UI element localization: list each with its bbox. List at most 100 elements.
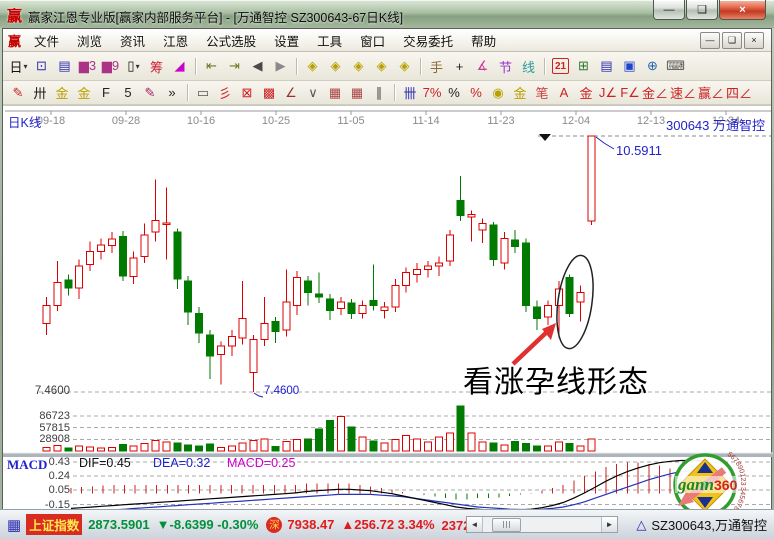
chart-area[interactable]: 09-1809-2810-1610-2511-0511-1411-2312-04… [3,105,771,513]
shenzhen-market-icon[interactable]: 深 [266,517,282,533]
macd-hist-value: MACD=0.25 [227,456,295,470]
four-angle-icon[interactable]: 四∠ [726,83,752,103]
menu-item[interactable]: 窗口 [351,35,394,49]
more-tools-icon[interactable]: » [162,83,182,103]
hatch-lines-icon[interactable]: ∥ [369,83,389,103]
low-price-axis-label: 7.4600 [3,385,70,397]
chip-distribution-icon[interactable]: 筹 [146,56,167,76]
last-bar-icon[interactable]: ⇥ [224,56,245,76]
square-grid-icon[interactable]: ▦ [325,83,345,103]
maximize-button[interactable]: ❑ [686,0,718,20]
macd-axis-label: 0.43 [3,456,70,468]
grid-lines-icon[interactable]: 卅 [30,83,50,103]
scrollbar-thumb[interactable] [492,518,521,532]
horizontal-scrollbar[interactable]: ◄ ► [466,516,618,533]
line-tool-icon[interactable]: 线 [518,56,539,76]
gold-line-icon[interactable]: 金 [510,83,530,103]
app-logo-icon: 赢 [7,5,22,26]
brush-icon[interactable]: ✎ [8,83,28,103]
app-window: 赢 赢家江恩专业版[赢家内部服务平台] - [万通智控 SZ300643-67日… [0,0,774,539]
menu-item[interactable]: 文件 [25,35,68,49]
quote-list-icon[interactable]: ▤ [54,56,75,76]
fibo-grid-icon[interactable]: F [96,83,116,103]
fit-view-icon[interactable]: ◈ [394,56,415,76]
next-bar-icon[interactable]: ▶ [270,56,291,76]
kline-style-icon[interactable]: ▯▾ [123,56,144,76]
index-name-badge[interactable]: 上证指数 [26,514,82,535]
mark-pen-icon[interactable]: 笔 [532,83,552,103]
expand-x-icon[interactable]: ◈ [348,56,369,76]
mdi-restore-button[interactable]: ❑ [722,32,742,49]
calendar-icon[interactable]: 21 [552,58,569,74]
gann-grid-icon[interactable]: ▩ [259,83,279,103]
shift-right-icon[interactable]: ◈ [325,56,346,76]
zigzag-icon[interactable]: ∨ [303,83,323,103]
compress-x-icon[interactable]: ◈ [371,56,392,76]
current-stock-status: △ SZ300643,万通智控 [636,515,767,534]
app-logo-icon-small: 赢 [8,31,21,50]
golden-ratio-icon[interactable]: 金 [52,83,72,103]
toolbar-separator [187,84,188,101]
f-angle-icon[interactable]: F∠ [620,83,640,103]
high-price-leader-line [596,137,614,149]
menu-item[interactable]: 交易委托 [394,35,462,49]
speed-angle-icon[interactable]: 速∠ [670,83,696,103]
menu-item[interactable]: 帮助 [462,35,505,49]
web-sync-icon[interactable]: ⊕ [642,56,663,76]
menu-item[interactable]: 资讯 [111,35,154,49]
menu-item[interactable]: 公式选股 [197,35,265,49]
menu-item[interactable]: 设置 [265,35,308,49]
calculator-icon[interactable]: ⊞ [573,56,594,76]
minute3-chart-icon[interactable]: ▆3 [77,56,98,76]
color-chart-icon[interactable]: ◢ [169,56,190,76]
gann-fan-icon[interactable]: 彡 [215,83,235,103]
mdi-close-button[interactable]: × [744,32,764,49]
close-button[interactable]: × [719,0,766,20]
mdi-minimize-button[interactable]: — [700,32,720,49]
price-steps-icon[interactable]: 卌 [400,83,420,103]
save-icon[interactable]: ▣ [619,56,640,76]
menu-item[interactable]: 工具 [308,35,351,49]
golden-ratio2-icon[interactable]: 金 [74,83,94,103]
angle-pointer-icon[interactable]: ∡ [472,56,493,76]
gold-angle2-icon[interactable]: 金∠ [642,83,668,103]
angle-lines-icon[interactable]: ∠ [281,83,301,103]
gann-box-icon[interactable]: ⊠ [237,83,257,103]
menu-item[interactable]: 江恩 [154,35,197,49]
square-grid2-icon[interactable]: ▦ [347,83,367,103]
multi-window-icon[interactable]: ⊡ [31,56,52,76]
macd-dea-value: DEA=0.32 [153,456,210,470]
win-angle-icon[interactable]: 赢∠ [698,83,724,103]
rect-tool-icon[interactable]: ▭ [193,83,213,103]
gold-circle-icon[interactable]: ◉ [488,83,508,103]
pen-tool-icon[interactable]: ✎ [140,83,160,103]
date-tick-label: 12-04 [562,115,590,127]
index-change: ▼-8.6399 -0.30% [157,517,259,532]
percent7-icon[interactable]: 7% [422,83,442,103]
cycle-tool-icon[interactable]: 5 [118,83,138,103]
quote-board-icon[interactable]: ▦ [7,516,21,534]
section-tool-icon[interactable]: 节 [495,56,516,76]
percent-icon[interactable]: % [444,83,464,103]
volume-axis-label: 28908 [3,433,70,445]
toolbar-separator [195,58,196,75]
minimize-button[interactable]: — [653,0,685,20]
menu-item[interactable]: 浏览 [68,35,111,49]
memo-icon[interactable]: ▤ [596,56,617,76]
gold-angle-icon[interactable]: 金 [576,83,596,103]
shift-left-icon[interactable]: ◈ [302,56,323,76]
period-day-selector[interactable]: 日▾ [8,56,29,76]
j-angle-icon[interactable]: J∠ [598,83,618,103]
minute9-chart-icon[interactable]: ▆9 [100,56,121,76]
scroll-right-arrow[interactable]: ► [601,517,617,532]
pan-hand-icon[interactable]: 手 [426,56,447,76]
crosshair-icon[interactable]: + [449,56,470,76]
low-price-marker-label: 7.4600 [264,385,299,397]
data-transfer-icon[interactable]: ⌨ [665,56,686,76]
first-bar-icon[interactable]: ⇤ [201,56,222,76]
percent-line-icon[interactable]: % [466,83,486,103]
prev-bar-icon[interactable]: ◀ [247,56,268,76]
wave-abc-icon[interactable]: A [554,83,574,103]
candlestick-series [43,136,595,392]
scroll-left-arrow[interactable]: ◄ [467,517,483,532]
